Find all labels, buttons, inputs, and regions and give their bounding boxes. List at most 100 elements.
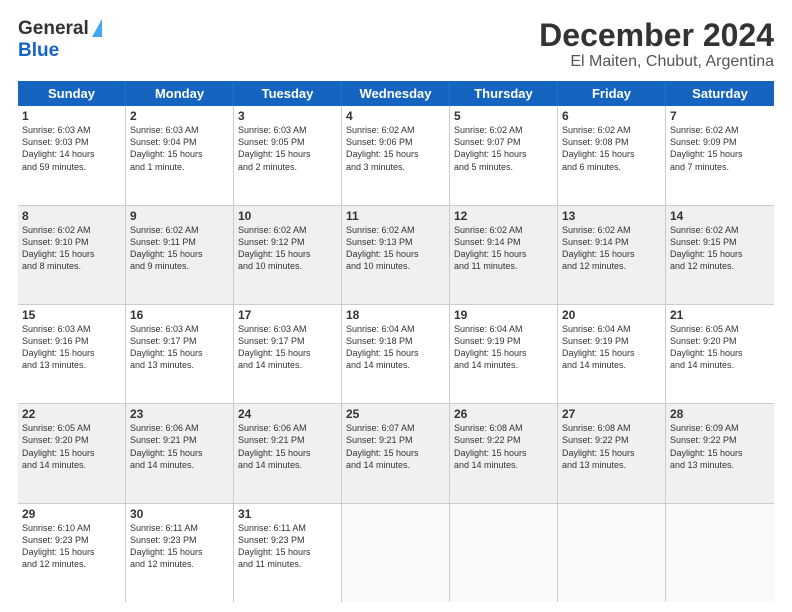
cell-info: Sunrise: 6:02 AMSunset: 9:13 PMDaylight:… bbox=[346, 224, 445, 273]
logo-triangle-icon bbox=[92, 19, 102, 37]
cell-info: Sunrise: 6:03 AMSunset: 9:05 PMDaylight:… bbox=[238, 124, 337, 173]
logo-general-text: General bbox=[18, 18, 89, 40]
cell-info: Sunrise: 6:08 AMSunset: 9:22 PMDaylight:… bbox=[454, 422, 553, 471]
calendar-cell: 12Sunrise: 6:02 AMSunset: 9:14 PMDayligh… bbox=[450, 206, 558, 304]
logo: General Blue bbox=[18, 18, 102, 62]
cell-info: Sunrise: 6:09 AMSunset: 9:22 PMDaylight:… bbox=[670, 422, 770, 471]
day-number: 15 bbox=[22, 308, 121, 322]
day-number: 22 bbox=[22, 407, 121, 421]
cell-info: Sunrise: 6:03 AMSunset: 9:17 PMDaylight:… bbox=[130, 323, 229, 372]
day-number: 1 bbox=[22, 109, 121, 123]
day-number: 12 bbox=[454, 209, 553, 223]
day-number: 19 bbox=[454, 308, 553, 322]
day-number: 28 bbox=[670, 407, 770, 421]
calendar-cell bbox=[450, 504, 558, 602]
title-block: December 2024 El Maiten, Chubut, Argenti… bbox=[539, 18, 774, 71]
calendar-cell: 5Sunrise: 6:02 AMSunset: 9:07 PMDaylight… bbox=[450, 106, 558, 204]
cell-info: Sunrise: 6:02 AMSunset: 9:06 PMDaylight:… bbox=[346, 124, 445, 173]
day-number: 27 bbox=[562, 407, 661, 421]
weekday-header-thursday: Thursday bbox=[450, 81, 558, 106]
day-number: 3 bbox=[238, 109, 337, 123]
calendar-cell: 3Sunrise: 6:03 AMSunset: 9:05 PMDaylight… bbox=[234, 106, 342, 204]
calendar-cell: 26Sunrise: 6:08 AMSunset: 9:22 PMDayligh… bbox=[450, 404, 558, 502]
calendar-row-3: 15Sunrise: 6:03 AMSunset: 9:16 PMDayligh… bbox=[18, 305, 774, 404]
calendar-cell: 19Sunrise: 6:04 AMSunset: 9:19 PMDayligh… bbox=[450, 305, 558, 403]
calendar-cell: 22Sunrise: 6:05 AMSunset: 9:20 PMDayligh… bbox=[18, 404, 126, 502]
cell-info: Sunrise: 6:03 AMSunset: 9:17 PMDaylight:… bbox=[238, 323, 337, 372]
cell-info: Sunrise: 6:08 AMSunset: 9:22 PMDaylight:… bbox=[562, 422, 661, 471]
cell-info: Sunrise: 6:03 AMSunset: 9:16 PMDaylight:… bbox=[22, 323, 121, 372]
location-title: El Maiten, Chubut, Argentina bbox=[539, 53, 774, 71]
day-number: 14 bbox=[670, 209, 770, 223]
calendar-cell bbox=[666, 504, 774, 602]
calendar-cell: 25Sunrise: 6:07 AMSunset: 9:21 PMDayligh… bbox=[342, 404, 450, 502]
day-number: 11 bbox=[346, 209, 445, 223]
weekday-header-wednesday: Wednesday bbox=[342, 81, 450, 106]
calendar-cell: 10Sunrise: 6:02 AMSunset: 9:12 PMDayligh… bbox=[234, 206, 342, 304]
cell-info: Sunrise: 6:02 AMSunset: 9:14 PMDaylight:… bbox=[562, 224, 661, 273]
cell-info: Sunrise: 6:06 AMSunset: 9:21 PMDaylight:… bbox=[238, 422, 337, 471]
calendar-cell: 24Sunrise: 6:06 AMSunset: 9:21 PMDayligh… bbox=[234, 404, 342, 502]
calendar-cell: 30Sunrise: 6:11 AMSunset: 9:23 PMDayligh… bbox=[126, 504, 234, 602]
day-number: 26 bbox=[454, 407, 553, 421]
cell-info: Sunrise: 6:07 AMSunset: 9:21 PMDaylight:… bbox=[346, 422, 445, 471]
day-number: 9 bbox=[130, 209, 229, 223]
cell-info: Sunrise: 6:03 AMSunset: 9:04 PMDaylight:… bbox=[130, 124, 229, 173]
cell-info: Sunrise: 6:04 AMSunset: 9:19 PMDaylight:… bbox=[454, 323, 553, 372]
calendar-row-1: 1Sunrise: 6:03 AMSunset: 9:03 PMDaylight… bbox=[18, 106, 774, 205]
month-title: December 2024 bbox=[539, 18, 774, 53]
cell-info: Sunrise: 6:04 AMSunset: 9:19 PMDaylight:… bbox=[562, 323, 661, 372]
header: General Blue December 2024 El Maiten, Ch… bbox=[18, 18, 774, 71]
cell-info: Sunrise: 6:10 AMSunset: 9:23 PMDaylight:… bbox=[22, 522, 121, 571]
calendar-cell: 27Sunrise: 6:08 AMSunset: 9:22 PMDayligh… bbox=[558, 404, 666, 502]
cell-info: Sunrise: 6:04 AMSunset: 9:18 PMDaylight:… bbox=[346, 323, 445, 372]
cell-info: Sunrise: 6:05 AMSunset: 9:20 PMDaylight:… bbox=[670, 323, 770, 372]
day-number: 13 bbox=[562, 209, 661, 223]
calendar-cell bbox=[342, 504, 450, 602]
calendar-cell: 14Sunrise: 6:02 AMSunset: 9:15 PMDayligh… bbox=[666, 206, 774, 304]
calendar-row-5: 29Sunrise: 6:10 AMSunset: 9:23 PMDayligh… bbox=[18, 504, 774, 602]
weekday-header-saturday: Saturday bbox=[666, 81, 774, 106]
logo-blue-text: Blue bbox=[18, 40, 59, 62]
calendar-cell: 28Sunrise: 6:09 AMSunset: 9:22 PMDayligh… bbox=[666, 404, 774, 502]
day-number: 30 bbox=[130, 507, 229, 521]
day-number: 16 bbox=[130, 308, 229, 322]
day-number: 25 bbox=[346, 407, 445, 421]
weekday-header-friday: Friday bbox=[558, 81, 666, 106]
calendar-cell: 23Sunrise: 6:06 AMSunset: 9:21 PMDayligh… bbox=[126, 404, 234, 502]
day-number: 17 bbox=[238, 308, 337, 322]
day-number: 2 bbox=[130, 109, 229, 123]
day-number: 23 bbox=[130, 407, 229, 421]
weekday-header-sunday: Sunday bbox=[18, 81, 126, 106]
calendar-cell: 13Sunrise: 6:02 AMSunset: 9:14 PMDayligh… bbox=[558, 206, 666, 304]
calendar-cell bbox=[558, 504, 666, 602]
day-number: 4 bbox=[346, 109, 445, 123]
calendar-cell: 9Sunrise: 6:02 AMSunset: 9:11 PMDaylight… bbox=[126, 206, 234, 304]
page: General Blue December 2024 El Maiten, Ch… bbox=[0, 0, 792, 612]
cell-info: Sunrise: 6:11 AMSunset: 9:23 PMDaylight:… bbox=[130, 522, 229, 571]
cell-info: Sunrise: 6:02 AMSunset: 9:10 PMDaylight:… bbox=[22, 224, 121, 273]
calendar-cell: 31Sunrise: 6:11 AMSunset: 9:23 PMDayligh… bbox=[234, 504, 342, 602]
cell-info: Sunrise: 6:02 AMSunset: 9:15 PMDaylight:… bbox=[670, 224, 770, 273]
weekday-header-tuesday: Tuesday bbox=[234, 81, 342, 106]
calendar-cell: 29Sunrise: 6:10 AMSunset: 9:23 PMDayligh… bbox=[18, 504, 126, 602]
calendar-cell: 1Sunrise: 6:03 AMSunset: 9:03 PMDaylight… bbox=[18, 106, 126, 204]
calendar: SundayMondayTuesdayWednesdayThursdayFrid… bbox=[18, 81, 774, 602]
calendar-cell: 4Sunrise: 6:02 AMSunset: 9:06 PMDaylight… bbox=[342, 106, 450, 204]
day-number: 18 bbox=[346, 308, 445, 322]
day-number: 6 bbox=[562, 109, 661, 123]
cell-info: Sunrise: 6:02 AMSunset: 9:14 PMDaylight:… bbox=[454, 224, 553, 273]
day-number: 7 bbox=[670, 109, 770, 123]
cell-info: Sunrise: 6:06 AMSunset: 9:21 PMDaylight:… bbox=[130, 422, 229, 471]
calendar-row-4: 22Sunrise: 6:05 AMSunset: 9:20 PMDayligh… bbox=[18, 404, 774, 503]
calendar-cell: 20Sunrise: 6:04 AMSunset: 9:19 PMDayligh… bbox=[558, 305, 666, 403]
weekday-header-monday: Monday bbox=[126, 81, 234, 106]
calendar-cell: 6Sunrise: 6:02 AMSunset: 9:08 PMDaylight… bbox=[558, 106, 666, 204]
cell-info: Sunrise: 6:02 AMSunset: 9:07 PMDaylight:… bbox=[454, 124, 553, 173]
day-number: 29 bbox=[22, 507, 121, 521]
calendar-row-2: 8Sunrise: 6:02 AMSunset: 9:10 PMDaylight… bbox=[18, 206, 774, 305]
calendar-header: SundayMondayTuesdayWednesdayThursdayFrid… bbox=[18, 81, 774, 106]
calendar-cell: 2Sunrise: 6:03 AMSunset: 9:04 PMDaylight… bbox=[126, 106, 234, 204]
day-number: 20 bbox=[562, 308, 661, 322]
calendar-body: 1Sunrise: 6:03 AMSunset: 9:03 PMDaylight… bbox=[18, 106, 774, 602]
